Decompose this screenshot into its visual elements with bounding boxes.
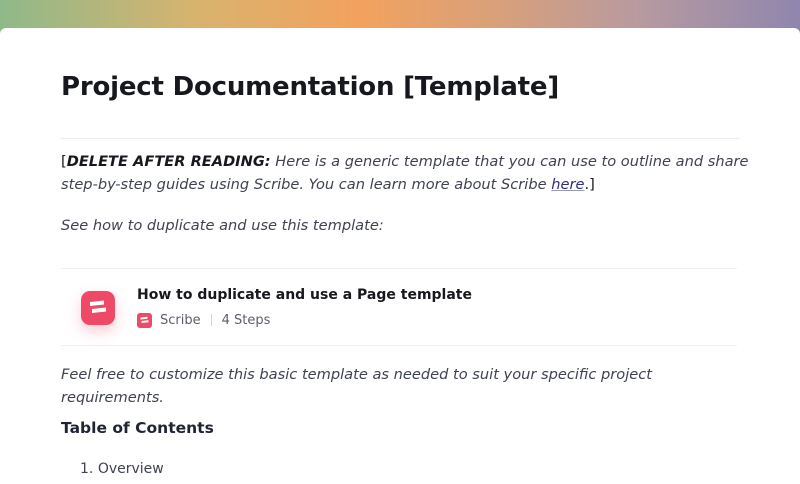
page-title: Project Documentation [Template] bbox=[61, 72, 560, 102]
embed-meta: Scribe 4 Steps bbox=[137, 312, 270, 328]
embed-steps: 4 Steps bbox=[221, 312, 271, 328]
scribe-small-icon bbox=[137, 312, 152, 328]
toc-item-number: 1. bbox=[80, 461, 94, 477]
scribe-logo-icon bbox=[81, 291, 115, 325]
embed-source: Scribe bbox=[160, 312, 201, 328]
title-divider bbox=[61, 138, 739, 139]
customize-note: Feel free to customize this basic templa… bbox=[61, 366, 652, 406]
intro-strong-label: DELETE AFTER READING: bbox=[66, 153, 271, 170]
toc-item-overview[interactable]: 1. Overview bbox=[80, 461, 164, 477]
scribe-embed-card[interactable]: How to duplicate and use a Page template… bbox=[61, 268, 737, 346]
learn-more-link[interactable]: here bbox=[551, 176, 584, 193]
toc-item-label: Overview bbox=[97, 461, 164, 477]
meta-separator bbox=[210, 314, 212, 326]
toc-list: 1. Overview bbox=[80, 461, 164, 477]
intro-close: .] bbox=[584, 176, 595, 193]
toc-heading: Table of Contents bbox=[61, 419, 214, 437]
see-how-text: See how to duplicate and use this templa… bbox=[61, 217, 384, 234]
embed-title: How to duplicate and use a Page template bbox=[137, 287, 472, 303]
document-page: Project Documentation [Template] [DELETE… bbox=[0, 28, 800, 484]
intro-paragraph: [DELETE AFTER READING: Here is a generic… bbox=[61, 150, 751, 196]
